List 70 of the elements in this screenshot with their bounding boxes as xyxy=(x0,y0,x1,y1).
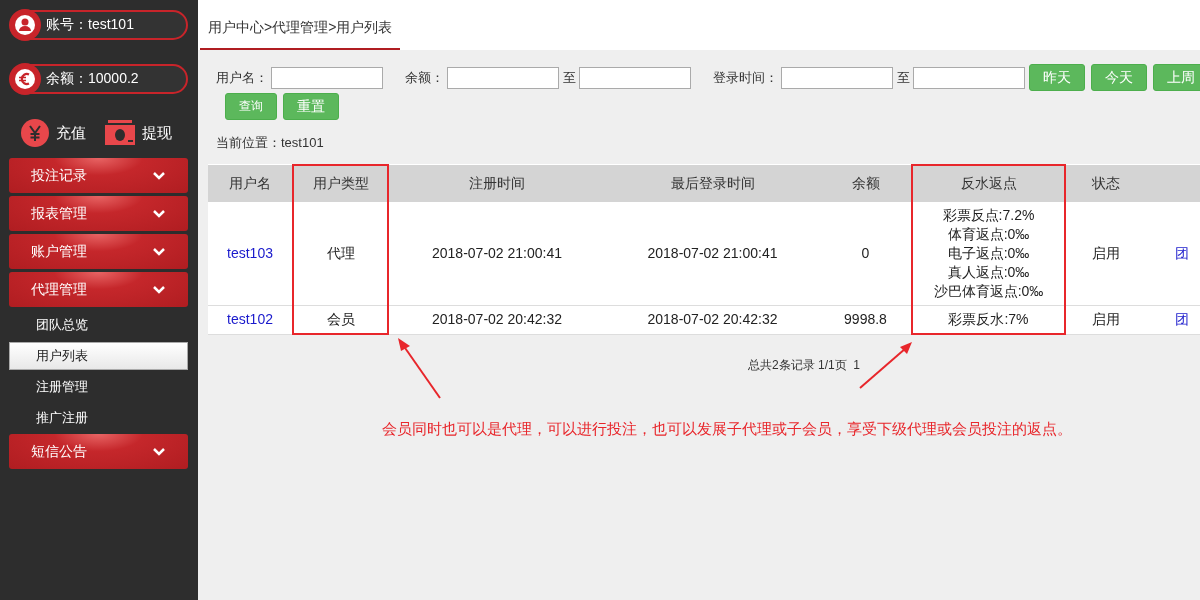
menu-label: 代理管理 xyxy=(31,280,87,299)
submenu-item[interactable]: 推广注册 xyxy=(9,404,188,432)
balance-text: 余额：10000.2 xyxy=(46,70,139,88)
chevron-icon xyxy=(152,170,166,181)
menu-header[interactable]: 报表管理 xyxy=(9,196,188,231)
menu-label: 投注记录 xyxy=(31,166,87,185)
table-cell: 会员 xyxy=(293,305,388,334)
action-link[interactable]: 充值 xyxy=(20,118,86,148)
rebate-text: 真人返点:0‰ xyxy=(946,263,1031,282)
login-start-input[interactable] xyxy=(781,66,893,89)
username-input[interactable] xyxy=(271,66,383,89)
team-link[interactable]: 团 xyxy=(1175,245,1189,261)
arrow xyxy=(859,342,912,389)
submenu-item[interactable]: 注册管理 xyxy=(9,373,188,401)
rebate-text: 电子返点:0‰ xyxy=(946,244,1031,263)
field-label: 用户名： xyxy=(216,68,268,87)
menu-header[interactable]: 短信公告 xyxy=(9,434,188,469)
action-label: 充值 xyxy=(56,123,86,143)
column-header: 状态 xyxy=(1065,165,1145,202)
menu-label: 报表管理 xyxy=(31,204,87,223)
menu-header[interactable]: 账户管理 xyxy=(9,234,188,269)
field-label: 至 xyxy=(897,68,910,87)
rebate-text: 体育返点:0‰ xyxy=(946,225,1031,244)
table-cell: 0 xyxy=(820,202,912,306)
table-cell: 启用 xyxy=(1065,305,1145,334)
annotation-text: 会员同时也可以是代理，可以进行投注，也可以发展子代理或子会员，享受下级代理或会员投注的返点。 xyxy=(382,420,1073,439)
username-link[interactable]: test102 xyxy=(227,311,273,328)
menu-header[interactable]: 代理管理 xyxy=(9,272,188,307)
rebate-text: 彩票反点:7.2% xyxy=(941,206,1036,225)
field-label: 至 xyxy=(563,68,576,87)
column-header: 最后登录时间 xyxy=(605,165,820,202)
chevron-icon xyxy=(152,446,166,457)
chevron-icon xyxy=(152,208,166,219)
balance-max-input[interactable] xyxy=(579,66,691,89)
column-header: 反水返点 xyxy=(912,165,1065,202)
table-cell: 2018-07-02 21:00:41 xyxy=(605,202,820,306)
chevron-icon xyxy=(152,246,166,257)
login-end-input[interactable] xyxy=(913,66,1025,89)
column-header: 用户名 xyxy=(208,165,293,202)
arrow xyxy=(398,338,441,399)
table-cell: 2018-07-02 20:42:32 xyxy=(605,305,820,334)
column-header: 余额 xyxy=(820,165,912,202)
rebate-text: 沙巴体育返点:0‰ xyxy=(932,282,1045,301)
action-label: 提现 xyxy=(142,123,172,143)
submenu-item[interactable]: 用户列表 xyxy=(9,342,188,370)
team-link[interactable]: 团 xyxy=(1175,311,1189,328)
table-cell: 9998.8 xyxy=(820,305,912,334)
current-location: 当前位置：test101 xyxy=(216,134,325,152)
cash-icon xyxy=(104,119,136,147)
table-cell: 启用 xyxy=(1065,202,1145,306)
submenu-item[interactable]: 团队总览 xyxy=(9,311,188,339)
breadcrumb: 用户中心>代理管理>用户列表 xyxy=(200,19,401,50)
username-link[interactable]: test103 xyxy=(227,245,273,261)
menu-label: 短信公告 xyxy=(31,442,87,461)
menu-header[interactable]: 投注记录 xyxy=(9,158,188,193)
table-cell: 2018-07-02 21:00:41 xyxy=(388,202,605,306)
field-label: 余额： xyxy=(405,68,444,87)
column-header: 注册时间 xyxy=(388,165,605,202)
rebate-text: 彩票反水:7% xyxy=(947,310,1030,329)
table-cell: 代理 xyxy=(293,202,388,306)
account-text: 账号：test101 xyxy=(46,16,134,34)
yen-icon xyxy=(20,118,50,148)
field-label: 登录时间： xyxy=(713,68,778,87)
pagination-text: 总共2条记录 1/1页 1 xyxy=(748,357,861,374)
column-header: 用户类型 xyxy=(293,165,388,202)
table-cell: 2018-07-02 20:42:32 xyxy=(388,305,605,334)
chevron-icon xyxy=(152,284,166,295)
menu-label: 账户管理 xyxy=(31,242,87,261)
balance-min-input[interactable] xyxy=(447,66,559,89)
action-link[interactable]: 提现 xyxy=(104,119,172,147)
